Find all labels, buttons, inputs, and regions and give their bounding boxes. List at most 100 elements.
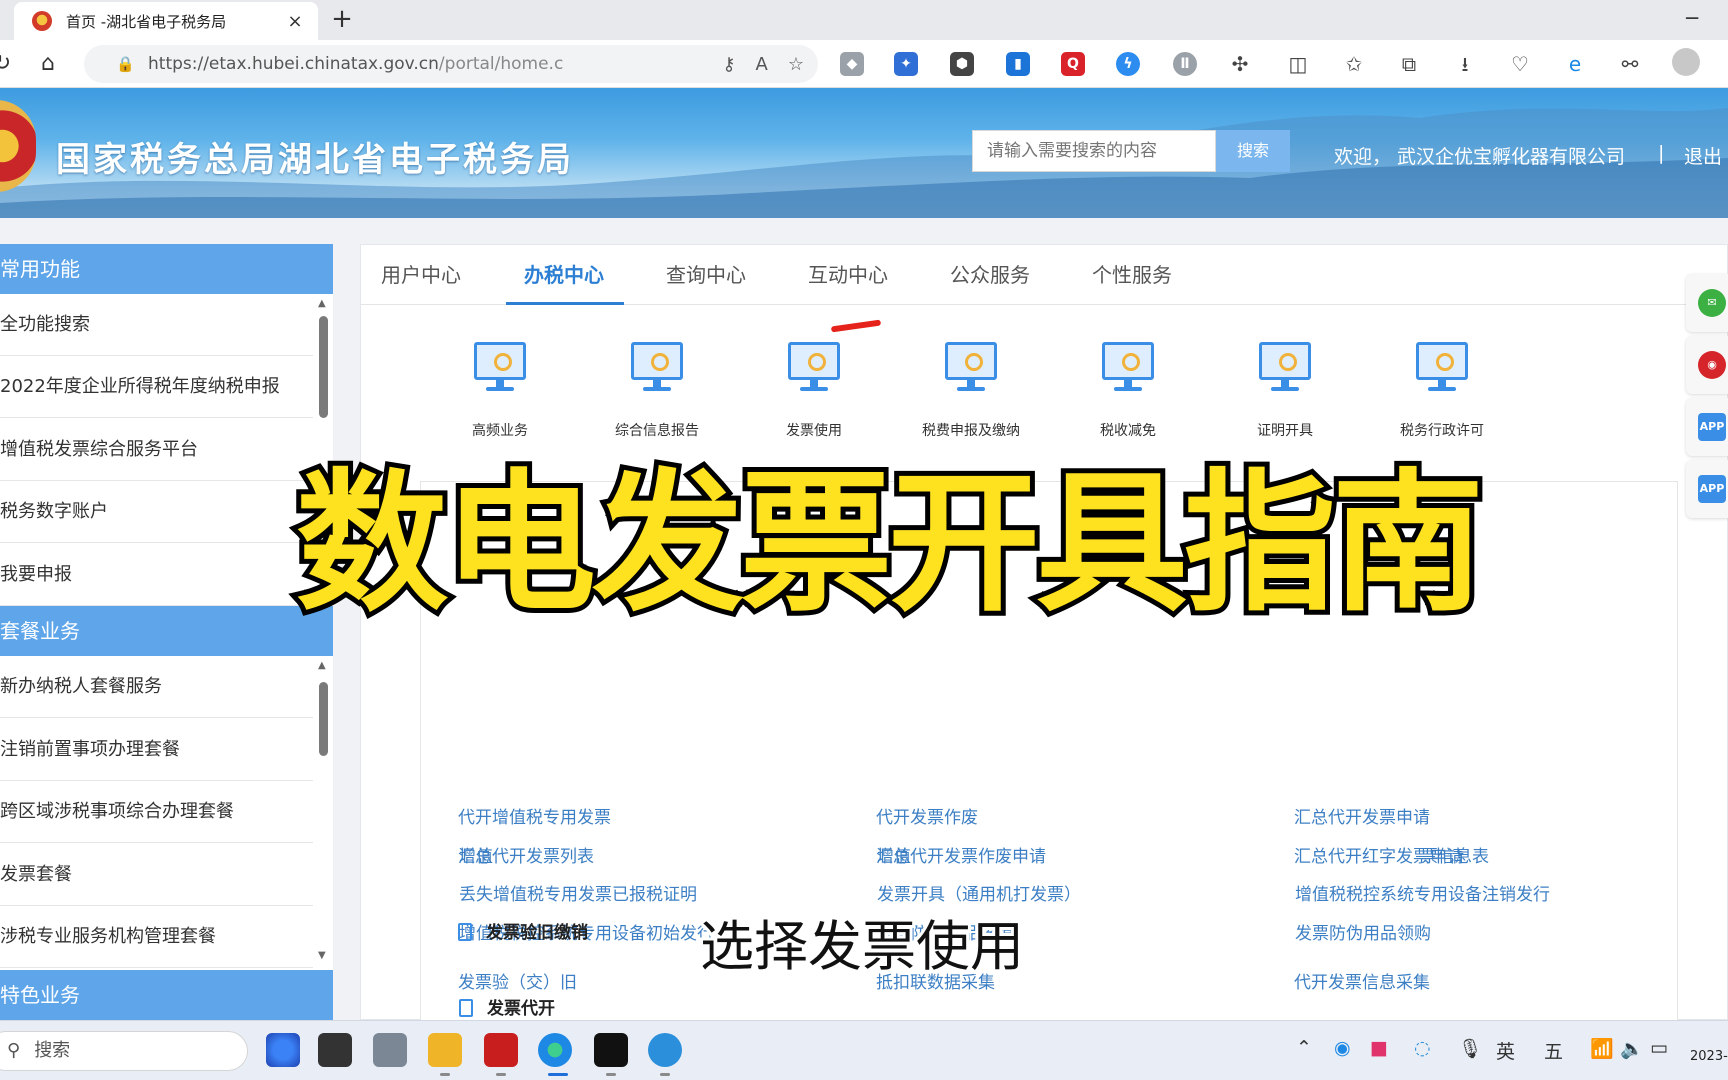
scrollbar-thumb[interactable] [319, 682, 328, 756]
recorder-icon[interactable] [484, 1033, 518, 1067]
tray-chat-icon[interactable]: ◌ [1414, 1037, 1431, 1059]
key-icon[interactable]: ⚷ [722, 54, 735, 75]
service-link[interactable]: 增值税税控系统专用设备注销发行 [1295, 880, 1550, 905]
site-search-button[interactable]: 搜索 [1216, 130, 1290, 172]
taskbar-search[interactable]: ⚲ 搜索 [0, 1031, 248, 1071]
sidebar-item[interactable]: 涉税专业服务机构管理套餐 [0, 906, 313, 968]
service-link[interactable]: 代开增值税专用发票 [458, 803, 611, 828]
sidebar-item[interactable]: 跨区域涉税事项综合办理套餐 [0, 781, 313, 843]
site-search-input[interactable] [972, 130, 1216, 172]
scroll-up-icon[interactable]: ▲ [318, 660, 326, 671]
service-link[interactable]: 发票防伪用品领购 [1295, 919, 1431, 944]
tab-close-icon[interactable]: × [284, 11, 306, 32]
sidebar-item[interactable]: 我要申报 [0, 544, 313, 606]
sidebar-item[interactable]: 2022年度企业所得税年度纳税申报 [0, 356, 313, 418]
edge-browser-icon[interactable] [538, 1033, 572, 1067]
service-link[interactable]: 发票验（交）旧 [458, 968, 577, 993]
home-icon[interactable]: ⌂ [34, 50, 62, 78]
edge-pre-icon[interactable] [266, 1033, 300, 1067]
translate-extension-icon[interactable]: ✦ [894, 52, 918, 76]
capcut-icon[interactable] [594, 1033, 628, 1067]
app-float-button-2[interactable]: APP [1686, 460, 1728, 518]
sidebar-scrollbar[interactable]: ▲ ▼ [314, 658, 333, 966]
sidebar-item[interactable]: 发票套餐 [0, 844, 313, 906]
share-icon[interactable]: ⚯ [1616, 50, 1644, 78]
clock[interactable]: 2023- [1690, 1049, 1728, 1064]
microphone-icon[interactable]: 🎙 [1458, 1037, 1482, 1060]
file-explorer-icon[interactable] [428, 1033, 462, 1067]
tab-personal-service[interactable]: 个性服务 [1092, 245, 1172, 305]
wechat-float-button[interactable]: ✉ [1686, 274, 1728, 332]
edge-bar-icon[interactable]: e [1561, 50, 1589, 78]
service-link[interactable]: 代开发票作废 [876, 803, 978, 828]
bolt-extension-icon[interactable]: ϟ [1116, 52, 1140, 76]
service-link[interactable]: 汇总代开红字发票申请 [1294, 842, 1464, 867]
category-invoice-use[interactable]: 发票使用 [744, 340, 884, 440]
new-tab-button[interactable]: + [326, 4, 358, 36]
profile-extension-icon[interactable]: ▮ [1006, 52, 1030, 76]
sidebar-item[interactable]: 注销前置事项办理套餐 [0, 719, 313, 781]
q-extension-icon[interactable]: Q [1061, 52, 1085, 76]
scroll-down-icon[interactable]: ▼ [318, 950, 326, 961]
app-float-button[interactable]: APP [1686, 398, 1728, 456]
service-link[interactable]: 丢失增值税专用发票已报税证明 [459, 880, 697, 905]
chat-app-icon[interactable] [648, 1033, 682, 1067]
category-label: 税务行政许可 [1400, 423, 1484, 439]
favorites-icon[interactable]: ✩ [1340, 50, 1368, 78]
tab-public-service[interactable]: 公众服务 [950, 245, 1030, 305]
category-tax-reduction[interactable]: 税收减免 [1058, 340, 1198, 440]
sidebar-item[interactable]: 税务数字账户 [0, 481, 313, 543]
sidebar-item[interactable]: 新办纳税人套餐服务 [0, 656, 313, 718]
logout-link[interactable]: 退出 [1684, 142, 1722, 169]
category-high-frequency[interactable]: 高频业务 [430, 340, 570, 440]
refresh-icon[interactable]: ↻ [0, 50, 16, 78]
taskview-icon[interactable] [318, 1033, 352, 1067]
hexagon-extension-icon[interactable]: ⬢ [950, 52, 974, 76]
weibo-float-button[interactable]: ◉ [1686, 336, 1728, 394]
tab-user-center[interactable]: 用户中心 [381, 245, 461, 305]
wifi-icon[interactable]: 📶 [1590, 1037, 1614, 1060]
split-screen-icon[interactable]: ◫ [1284, 50, 1312, 78]
downloads-icon[interactable]: ⭳ [1451, 50, 1479, 78]
battery-icon[interactable]: ▭ [1650, 1037, 1668, 1059]
clipboard-icon [459, 999, 473, 1017]
sidebar-section-special[interactable]: 特色业务 [0, 970, 333, 1020]
window-minimize-button[interactable]: ─ [1686, 6, 1698, 30]
browser-tab[interactable]: 首页 -湖北省电子税务局 × [14, 2, 318, 40]
tab-tax-center[interactable]: 办税中心 [524, 245, 604, 305]
ime-mode[interactable]: 五 [1544, 1037, 1563, 1064]
profile-avatar[interactable] [1672, 48, 1700, 76]
service-link[interactable]: 汇总代开发票申请 [1294, 803, 1430, 828]
health-icon[interactable]: ♡ [1506, 50, 1534, 78]
sidebar-section-common[interactable]: 常用功能 [0, 244, 333, 294]
address-bar[interactable]: 🔒 https://etax.hubei.chinatax.gov.cn/por… [84, 45, 818, 83]
calculator-icon[interactable] [373, 1033, 407, 1067]
paused-extension-icon[interactable]: Ⅱ [1173, 52, 1197, 76]
tray-edge-icon[interactable]: ◉ [1334, 1037, 1351, 1059]
collections-icon[interactable]: ⧉ [1395, 50, 1423, 78]
tray-app-icon[interactable]: ■ [1370, 1037, 1388, 1059]
read-aloud-icon[interactable]: A [756, 54, 768, 75]
category-admin-license[interactable]: 税务行政许可 [1372, 340, 1512, 440]
service-link[interactable]: 汇总代开发票作废申请 [876, 842, 1046, 867]
ime-language[interactable]: 英 [1496, 1037, 1515, 1064]
volume-icon[interactable]: 🔈 [1620, 1037, 1644, 1060]
category-info-report[interactable]: 综合信息报告 [587, 340, 727, 440]
extensions-puzzle-icon[interactable]: ✣ [1226, 50, 1254, 78]
sidebar-item[interactable]: 增值税发票综合服务平台 [0, 419, 313, 481]
tab-interaction-center[interactable]: 互动中心 [808, 245, 888, 305]
category-certificate[interactable]: 证明开具 [1215, 340, 1355, 440]
shield-extension-icon[interactable]: ◆ [840, 52, 864, 76]
service-link[interactable]: 汇总代开发票列表 [458, 842, 594, 867]
active-tab-underline [506, 302, 624, 305]
tab-query-center[interactable]: 查询中心 [666, 245, 746, 305]
category-tax-declaration[interactable]: 税费申报及缴纳 [901, 340, 1041, 440]
sidebar-item[interactable]: 全功能搜索 [0, 294, 313, 356]
scroll-up-icon[interactable]: ▲ [318, 298, 326, 309]
service-link[interactable]: 代开发票信息采集 [1294, 968, 1430, 993]
scrollbar-thumb[interactable] [319, 316, 328, 418]
favorite-star-icon[interactable]: ☆ [788, 54, 804, 75]
monitor-icon [472, 340, 528, 396]
tray-overflow-icon[interactable]: ⌃ [1296, 1037, 1312, 1059]
sidebar-section-package[interactable]: 套餐业务 [0, 606, 333, 656]
